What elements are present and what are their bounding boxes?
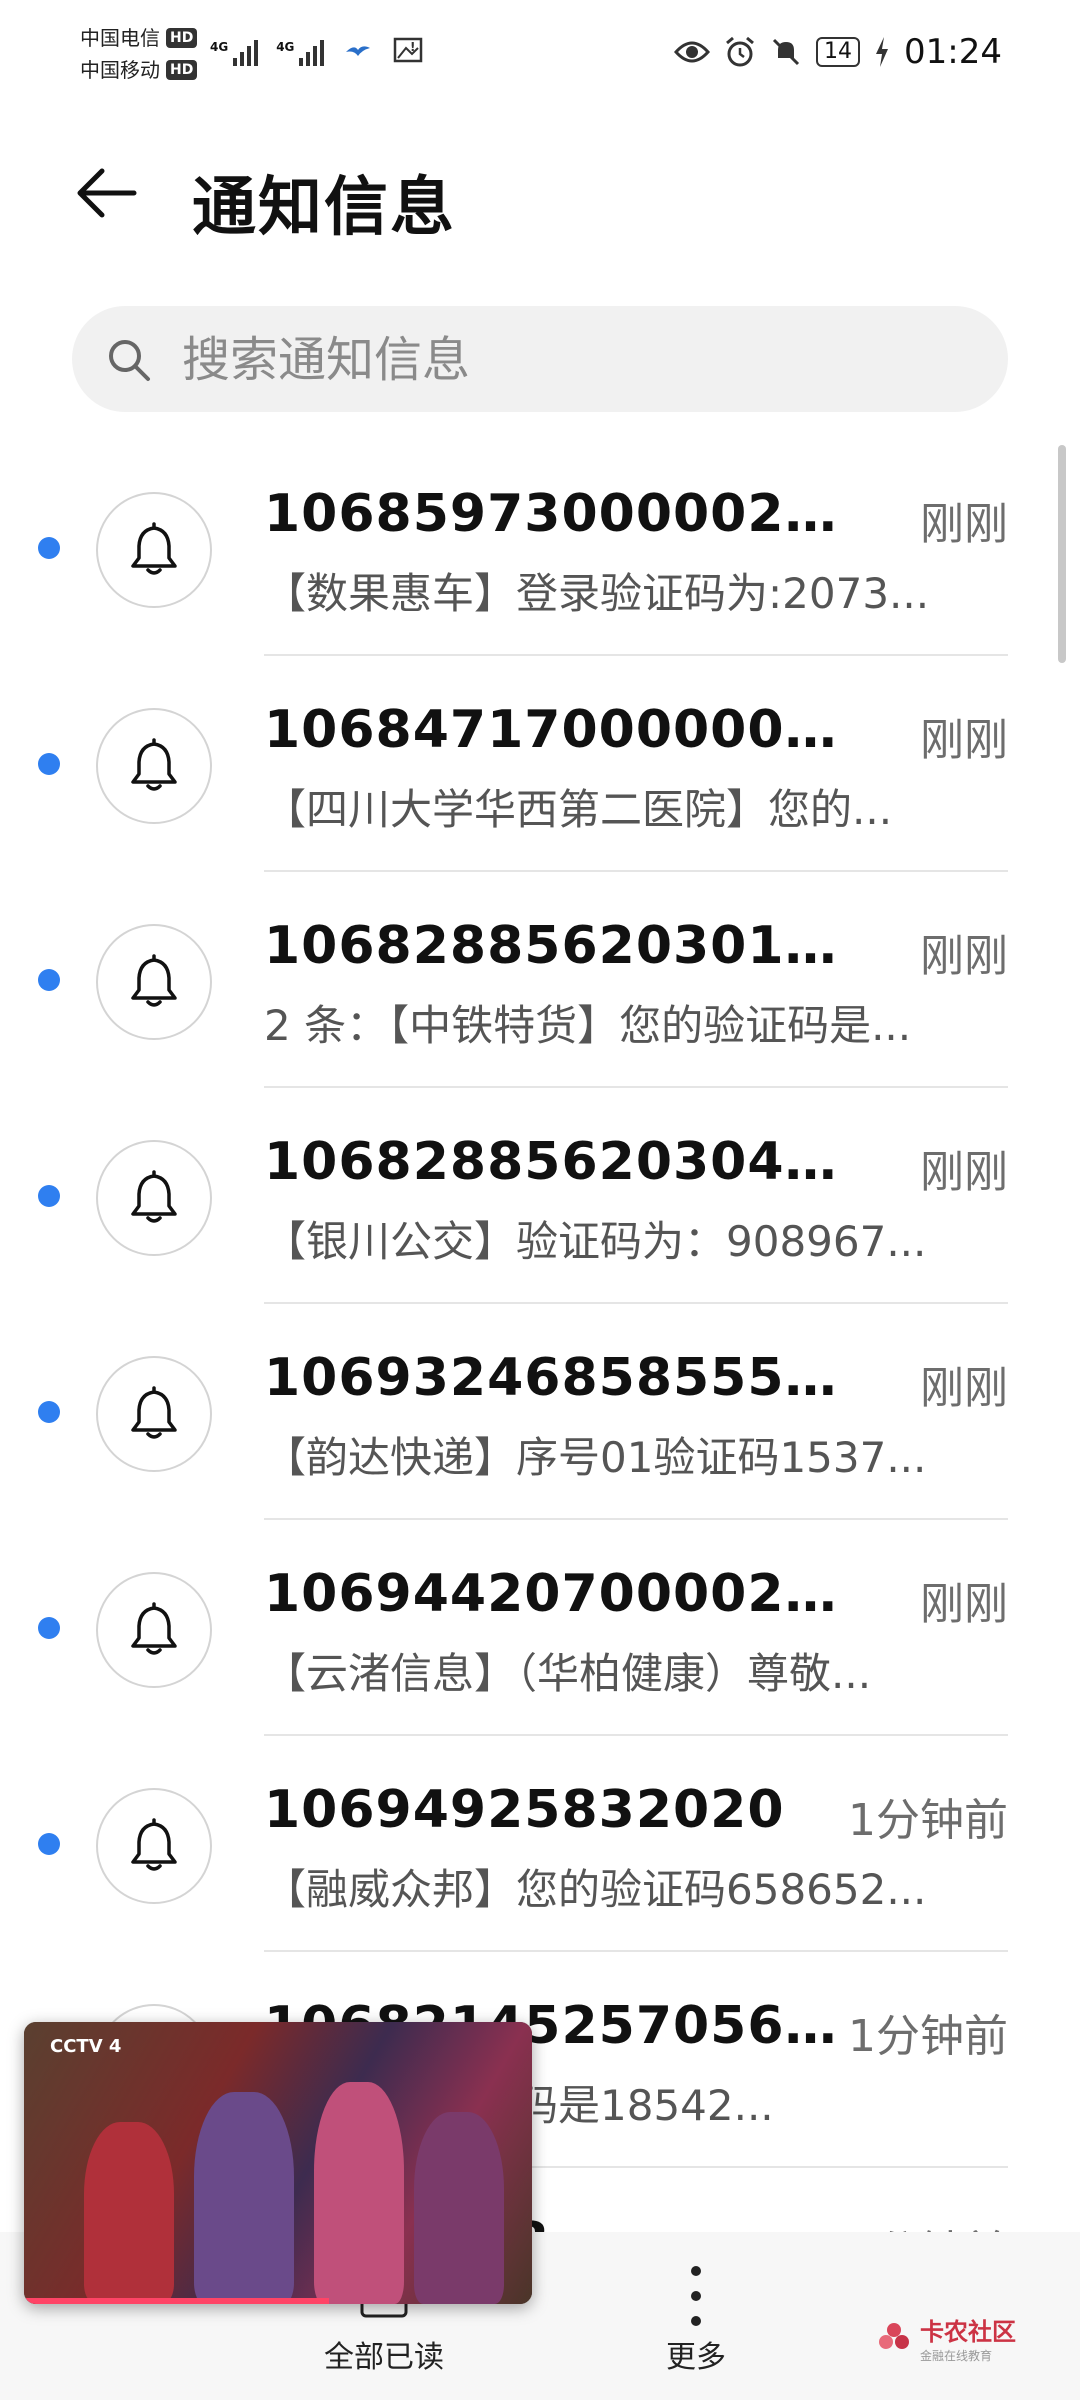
floating-video-player[interactable]: CCTV 4 <box>24 2022 532 2304</box>
avatar <box>96 1356 212 1472</box>
more-button[interactable]: 更多 <box>586 2260 806 2376</box>
search-bar[interactable] <box>72 306 1008 414</box>
message-preview: 【四川大学华西第二医院】您的... <box>264 785 893 834</box>
back-button[interactable] <box>72 158 142 228</box>
status-right: 14 01:24 <box>674 32 1002 72</box>
hd-badge: HD <box>166 60 198 80</box>
message-sender: 10685973000002561... <box>264 484 844 544</box>
watermark-name: 卡农社区 <box>920 2318 1016 2346</box>
message-time: 1分钟前 <box>848 1795 1008 1846</box>
mute-bell-icon <box>772 38 800 66</box>
message-time: 刚刚 <box>920 1579 1008 1630</box>
scrollbar[interactable] <box>1058 445 1066 663</box>
message-item[interactable]: 10682885620304648... 刚刚 【银川公交】验证码为：90896… <box>0 1088 1080 1304</box>
bell-icon <box>131 522 177 575</box>
search-icon <box>109 340 150 381</box>
message-preview: 【银川公交】验证码为：908967... <box>264 1217 927 1266</box>
avatar <box>96 708 212 824</box>
message-sender: 10682885620301704... <box>264 916 844 976</box>
image-alert-icon: ! <box>394 37 423 63</box>
carrier-2: 中国移动 <box>80 58 160 82</box>
avatar <box>96 924 212 1040</box>
message-preview: 【融威众邦】您的验证码658652... <box>264 1865 927 1914</box>
status-bar: 中国电信 HD 中国移动 HD 4G 4G ! 14 01:24 <box>0 0 1080 110</box>
message-preview: 【韵达快递】序号01验证码1537... <box>264 1433 927 1482</box>
message-sender: 10684717000000456... <box>264 700 844 760</box>
bell-icon <box>131 1170 177 1223</box>
bird-icon <box>346 46 371 56</box>
message-preview: 【数果惠车】登录验证码为:2073... <box>264 569 930 618</box>
unread-dot <box>38 1401 60 1423</box>
message-time: 刚刚 <box>920 931 1008 982</box>
bell-icon <box>131 1386 177 1439</box>
avatar <box>96 1788 212 1904</box>
watermark-logo: 卡农社区金融在线教育 <box>876 2312 1016 2364</box>
more-vertical-icon <box>691 2266 701 2326</box>
message-preview: 2 条：【中铁特货】您的验证码是... <box>264 1001 912 1050</box>
charging-icon <box>876 37 889 67</box>
message-time: 刚刚 <box>920 1147 1008 1198</box>
eye-icon <box>674 41 711 63</box>
hd-badge: HD <box>166 28 198 48</box>
alarm-icon <box>726 36 754 67</box>
flower-logo-icon <box>879 2323 909 2349</box>
clock: 01:24 <box>904 32 1002 72</box>
search-input[interactable] <box>180 306 964 414</box>
message-preview: 【云渚信息】（华柏健康）尊敬... <box>264 1649 872 1698</box>
bell-icon <box>131 738 177 791</box>
channel-logo: CCTV 4 <box>50 2036 122 2057</box>
unread-dot <box>38 537 60 559</box>
unread-dot <box>38 753 60 775</box>
message-sender: 10682885620304648... <box>264 1132 844 1192</box>
signal-group: 4G 4G ! <box>210 34 424 66</box>
avatar <box>96 1140 212 1256</box>
carrier-1: 中国电信 <box>80 26 160 50</box>
message-time: 刚刚 <box>920 1363 1008 1414</box>
watermark-sub: 金融在线教育 <box>920 2349 993 2363</box>
svg-text:!: ! <box>410 40 415 54</box>
back-arrow-icon <box>77 168 137 218</box>
signal-icon: 4G <box>276 40 325 66</box>
page-title: 通知信息 <box>192 171 456 245</box>
mark-all-read-label: 全部已读 <box>324 2340 444 2375</box>
carrier-info: 中国电信 HD 中国移动 HD <box>80 22 198 86</box>
signal-icon: 4G <box>210 40 259 66</box>
message-item[interactable]: 1069324685855596 刚刚 【韵达快递】序号01验证码1537... <box>0 1304 1080 1520</box>
avatar <box>96 1572 212 1688</box>
message-sender: 10694925832020 <box>264 1780 785 1840</box>
message-item[interactable]: 10694925832020 1分钟前 【融威众邦】您的验证码658652... <box>0 1736 1080 1952</box>
message-item[interactable]: 10684717000000456... 刚刚 【四川大学华西第二医院】您的..… <box>0 656 1080 872</box>
message-sender: 10694420700002666... <box>264 1564 844 1624</box>
message-time: 1分钟前 <box>848 2011 1008 2062</box>
video-progress <box>24 2298 329 2304</box>
bell-icon <box>131 1602 177 1655</box>
bell-icon <box>131 954 177 1007</box>
message-time: 刚刚 <box>920 715 1008 766</box>
message-item[interactable]: 10694420700002666... 刚刚 【云渚信息】（华柏健康）尊敬..… <box>0 1520 1080 1736</box>
bell-icon <box>131 1818 177 1871</box>
message-time: 刚刚 <box>920 499 1008 550</box>
avatar <box>96 492 212 608</box>
unread-dot <box>38 969 60 991</box>
message-sender: 1069324685855596 <box>264 1348 844 1408</box>
app-header: 通知信息 <box>0 120 1080 270</box>
message-item[interactable]: 10682885620301704... 刚刚 2 条：【中铁特货】您的验证码是… <box>0 872 1080 1088</box>
message-item[interactable]: 10685973000002561... 刚刚 【数果惠车】登录验证码为:207… <box>0 440 1080 656</box>
unread-dot <box>38 1185 60 1207</box>
unread-dot <box>38 1833 60 1855</box>
unread-dot <box>38 1617 60 1639</box>
battery-level: 14 <box>816 37 861 67</box>
more-label: 更多 <box>666 2340 726 2375</box>
